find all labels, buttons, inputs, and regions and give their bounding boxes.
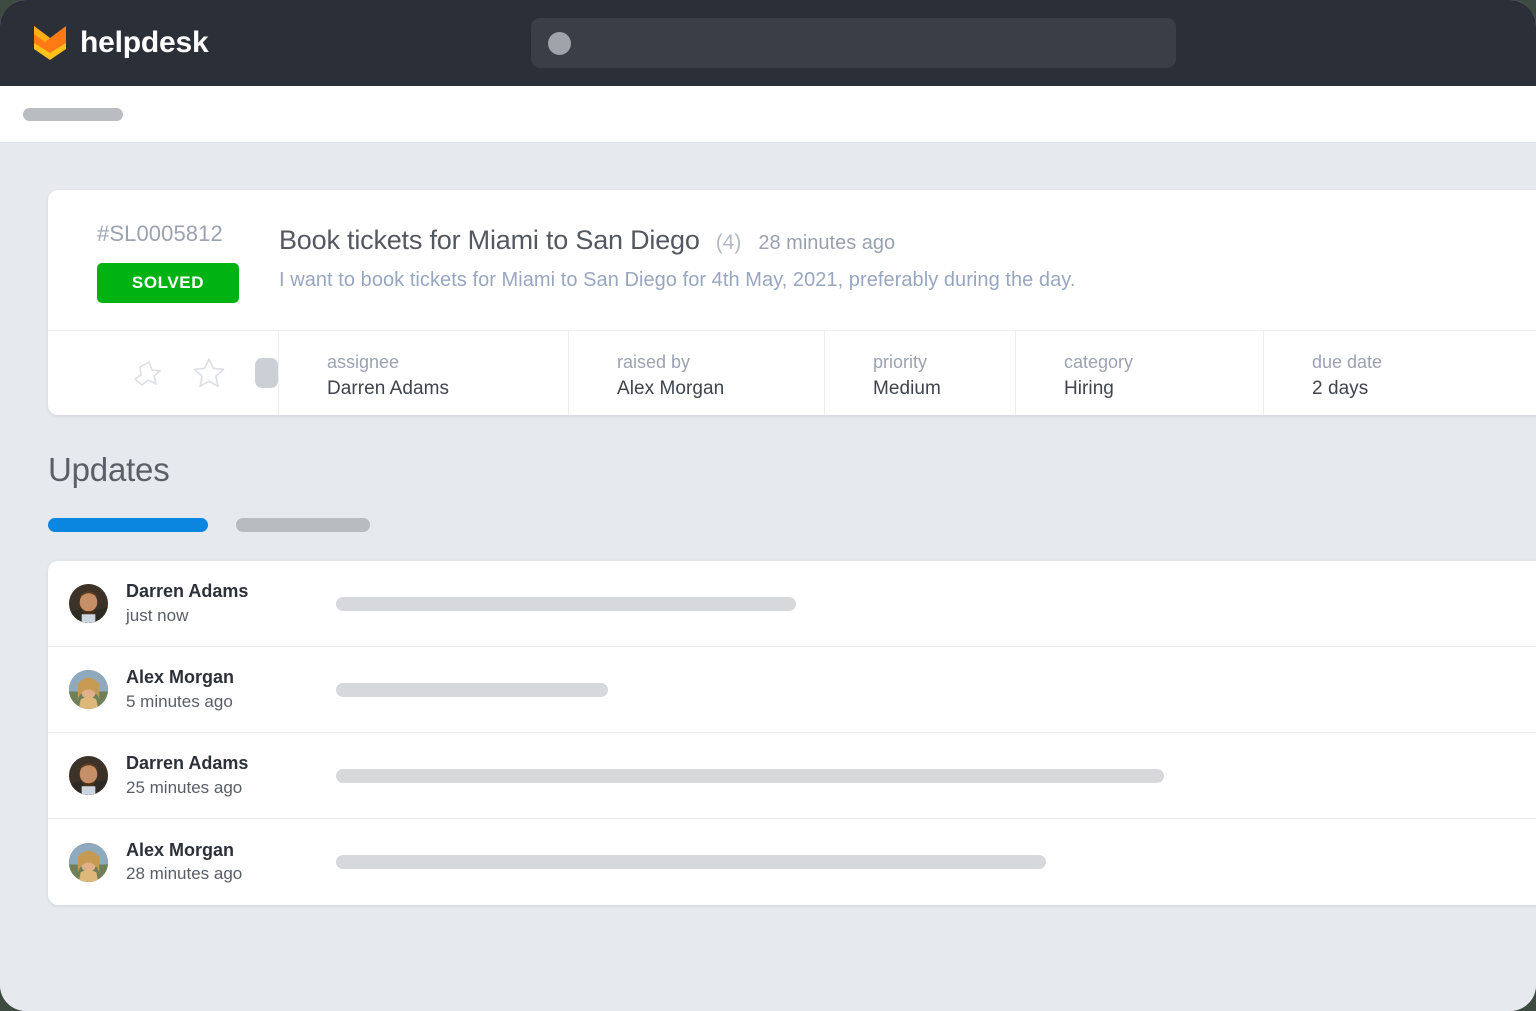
list-item[interactable]: Alex Morgan 28 minutes ago [48, 819, 1536, 905]
meta-label: raised by [617, 352, 691, 373]
updates-heading: Updates [48, 451, 170, 488]
ticket-meta-strip: assignee Darren Adams raised by Alex Mor… [48, 330, 1536, 416]
ticket-description: I want to book tickets for Miami to San … [279, 269, 1076, 291]
avatar [69, 670, 108, 709]
tab-updates-active[interactable] [48, 518, 208, 532]
ticket-header-area: #SL0005812 SOLVED Book tickets for Miami… [48, 190, 1536, 330]
avatar [69, 842, 108, 882]
fox-chevron-logo-icon [34, 26, 66, 60]
brand-name: helpdesk [80, 26, 209, 59]
meta-value: Alex Morgan [617, 377, 725, 399]
avatar-alex-icon [69, 842, 108, 882]
list-item-meta: Alex Morgan 5 minutes ago [126, 667, 336, 712]
ticket-action-icons [48, 331, 279, 416]
star-glyph [193, 358, 225, 388]
ticket-id-column: #SL0005812 SOLVED [48, 221, 279, 304]
meta-value: 2 days [1312, 377, 1369, 399]
meta-label: category [1064, 352, 1134, 373]
avatar-darren-icon [69, 584, 108, 623]
update-body-placeholder [336, 682, 608, 697]
update-author: Alex Morgan [126, 667, 235, 688]
meta-priority: priority Medium [825, 331, 1016, 416]
list-item-meta: Alex Morgan 28 minutes ago [126, 840, 336, 885]
update-timestamp: 25 minutes ago [126, 777, 243, 797]
star-icon[interactable] [191, 355, 227, 391]
ticket-id: #SL0005812 [97, 221, 223, 246]
page-body: #SL0005812 SOLVED Book tickets for Miami… [0, 143, 1536, 1011]
comment-count: (4) [715, 231, 742, 254]
search-icon [548, 31, 571, 55]
meta-value: Darren Adams [327, 377, 450, 399]
update-author: Alex Morgan [126, 839, 235, 860]
page-title: Book tickets for Miami to San Diego [279, 225, 700, 255]
square-placeholder-icon[interactable] [255, 358, 278, 389]
meta-assignee: assignee Darren Adams [279, 331, 569, 416]
meta-label: assignee [327, 352, 400, 373]
meta-label: priority [873, 352, 928, 373]
breadcrumb[interactable] [23, 107, 123, 121]
app-window: helpdesk #SL0005812 SOLVED Book tickets … [0, 0, 1536, 1011]
avatar [69, 756, 108, 795]
pin-star-glyph [134, 361, 161, 387]
ticket-summary-card: #SL0005812 SOLVED Book tickets for Miami… [48, 190, 1536, 416]
list-item-meta: Darren Adams 25 minutes ago [126, 753, 336, 798]
updates-tabs [48, 518, 370, 532]
breadcrumb-bar [0, 86, 1536, 143]
meta-due-date: due date 2 days [1264, 331, 1524, 415]
top-header-bar: helpdesk [0, 0, 1536, 86]
meta-label: due date [1312, 352, 1383, 373]
list-item[interactable]: Darren Adams 25 minutes ago [48, 733, 1536, 819]
meta-value: Medium [873, 377, 941, 399]
search-input[interactable] [531, 18, 1176, 68]
ticket-updated-time: 28 minutes ago [758, 232, 896, 254]
update-timestamp: just now [126, 605, 189, 625]
brand-logo-group[interactable]: helpdesk [33, 25, 209, 61]
ticket-text-column: Book tickets for Miami to San Diego (4) … [279, 222, 1536, 303]
update-timestamp: 28 minutes ago [126, 864, 243, 884]
ticket-title-row: Book tickets for Miami to San Diego (4) … [279, 225, 1536, 256]
meta-raised-by: raised by Alex Morgan [569, 331, 825, 416]
update-body-placeholder [336, 855, 1046, 869]
avatar [69, 584, 108, 623]
list-item[interactable]: Darren Adams just now [48, 561, 1536, 647]
list-item[interactable]: Alex Morgan 5 minutes ago [48, 647, 1536, 733]
search-bar-wrapper[interactable] [531, 18, 1176, 68]
update-body-placeholder [336, 596, 796, 611]
update-author: Darren Adams [126, 753, 249, 774]
avatar-darren-icon [69, 756, 108, 795]
meta-category: category Hiring [1016, 331, 1264, 416]
update-body-placeholder [336, 768, 1164, 783]
status-badge[interactable]: SOLVED [97, 263, 239, 304]
meta-value: Hiring [1064, 377, 1114, 399]
update-author: Darren Adams [126, 581, 249, 602]
pin-star-icon[interactable] [131, 357, 163, 389]
update-timestamp: 5 minutes ago [126, 691, 233, 711]
updates-list-card: Darren Adams just now Alex Morgan 5 minu… [48, 561, 1536, 905]
tab-updates-inactive[interactable] [236, 518, 370, 532]
list-item-meta: Darren Adams just now [126, 581, 336, 626]
avatar-alex-icon [69, 670, 108, 709]
